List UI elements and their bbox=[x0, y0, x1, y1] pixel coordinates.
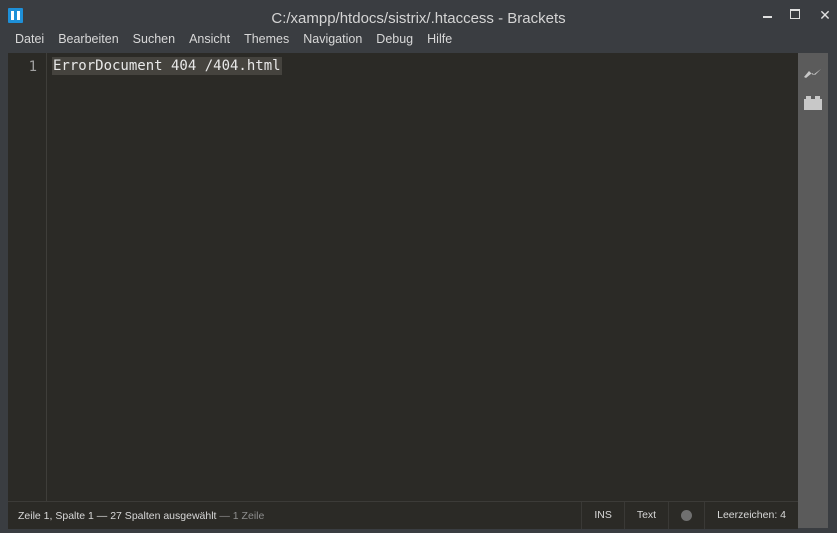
insert-mode-toggle[interactable]: INS bbox=[581, 502, 624, 529]
menu-datei[interactable]: Datei bbox=[0, 30, 51, 50]
menu-navigation[interactable]: Navigation bbox=[296, 30, 369, 50]
live-preview-icon bbox=[804, 69, 821, 78]
lines-selected-text: — 1 Zeile bbox=[216, 510, 265, 522]
minimize-button[interactable] bbox=[758, 6, 780, 24]
menu-hilfe[interactable]: Hilfe bbox=[420, 30, 459, 50]
lint-status[interactable] bbox=[668, 502, 704, 529]
line-number: 1 bbox=[28, 59, 37, 75]
live-preview-button[interactable] bbox=[803, 63, 823, 83]
maximize-button[interactable] bbox=[786, 6, 808, 24]
lint-status-icon bbox=[681, 509, 693, 521]
window-title: C:/xampp/htdocs/sistrix/.htaccess - Brac… bbox=[271, 10, 566, 27]
menu-bar: Datei Bearbeiten Suchen Ansicht Themes N… bbox=[0, 30, 837, 50]
cursor-position: Zeile 1, Spalte 1 — 27 Spalten ausgewähl… bbox=[18, 510, 264, 522]
menu-themes[interactable]: Themes bbox=[237, 30, 296, 50]
menu-debug[interactable]: Debug bbox=[369, 30, 420, 50]
menu-suchen[interactable]: Suchen bbox=[126, 30, 182, 50]
code-editor[interactable]: 1 ErrorDocument 404 /404.html bbox=[8, 53, 798, 501]
code-line[interactable]: ErrorDocument 404 /404.html bbox=[52, 57, 282, 75]
extension-manager-button[interactable] bbox=[803, 93, 823, 113]
close-button[interactable]: ✕ bbox=[814, 6, 836, 24]
menu-bearbeiten[interactable]: Bearbeiten bbox=[51, 30, 125, 50]
indent-settings[interactable]: Leerzeichen: 4 bbox=[704, 502, 798, 529]
title-bar: C:/xampp/htdocs/sistrix/.htaccess - Brac… bbox=[0, 0, 837, 30]
menu-ansicht[interactable]: Ansicht bbox=[182, 30, 237, 50]
line-number-gutter: 1 bbox=[8, 53, 47, 501]
cursor-position-text: Zeile 1, Spalte 1 — 27 Spalten ausgewähl… bbox=[18, 510, 217, 522]
language-selector[interactable]: Text bbox=[623, 502, 668, 529]
status-bar: Zeile 1, Spalte 1 — 27 Spalten ausgewähl… bbox=[8, 501, 798, 529]
extension-manager-icon bbox=[804, 96, 822, 110]
main-toolbar bbox=[798, 53, 828, 528]
